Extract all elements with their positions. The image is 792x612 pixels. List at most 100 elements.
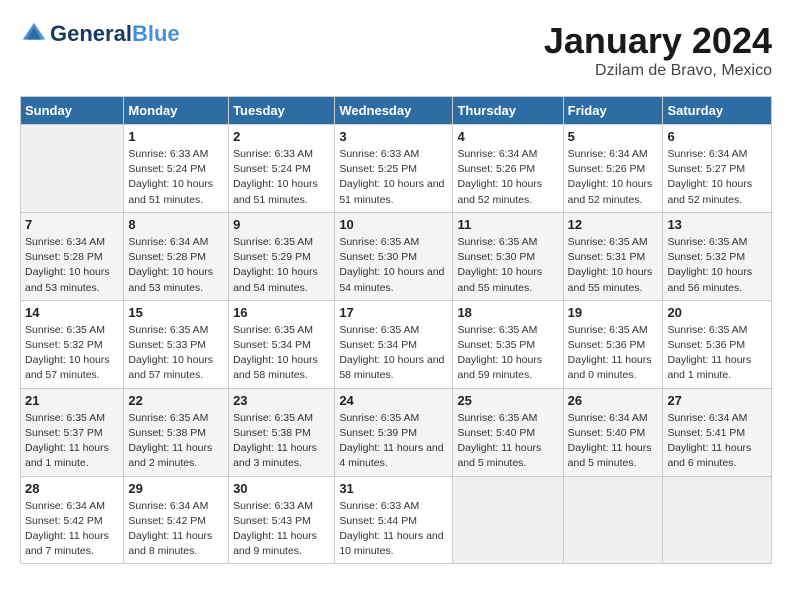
- page-header: GeneralBlue January 2024 Dzilam de Bravo…: [20, 20, 772, 80]
- calendar-cell: 20Sunrise: 6:35 AMSunset: 5:36 PMDayligh…: [663, 300, 772, 388]
- month-title: January 2024: [544, 20, 772, 62]
- weekday-header: Saturday: [663, 97, 772, 125]
- day-info: Sunrise: 6:34 AMSunset: 5:28 PMDaylight:…: [25, 235, 119, 296]
- calendar-cell: 13 Sunrise: 6:35 AMSunset: 5:32 PMDayligh…: [663, 212, 772, 300]
- day-info: Sunrise: 6:34 AMSunset: 5:42 PMDaylight:…: [25, 499, 119, 560]
- logo-text: GeneralBlue: [50, 22, 180, 46]
- day-number: 4: [457, 129, 558, 144]
- day-info: Sunrise: 6:35 AMSunset: 5:30 PMDaylight:…: [339, 235, 448, 296]
- calendar-cell: 25 Sunrise: 6:35 AMSunset: 5:40 PMDayligh…: [453, 388, 563, 476]
- day-number: 7: [25, 217, 119, 232]
- calendar-cell: 10 Sunrise: 6:35 AMSunset: 5:30 PMDayligh…: [335, 212, 453, 300]
- logo-icon: [20, 20, 48, 48]
- day-info: Sunrise: 6:35 AMSunset: 5:34 PMDaylight:…: [339, 323, 448, 384]
- calendar-cell: 29 Sunrise: 6:34 AMSunset: 5:42 PMDayligh…: [124, 476, 229, 564]
- calendar-header: SundayMondayTuesdayWednesdayThursdayFrid…: [21, 97, 772, 125]
- calendar-cell: 31Sunrise: 6:33 AMSunset: 5:44 PMDayligh…: [335, 476, 453, 564]
- day-info: Sunrise: 6:35 AMSunset: 5:35 PMDaylight:…: [457, 323, 558, 384]
- day-number: 5: [568, 129, 659, 144]
- day-info: Sunrise: 6:35 AMSunset: 5:40 PMDaylight:…: [457, 411, 558, 472]
- logo: GeneralBlue: [20, 20, 180, 48]
- day-info: Sunrise: 6:34 AMSunset: 5:26 PMDaylight:…: [457, 147, 558, 208]
- location: Dzilam de Bravo, Mexico: [544, 62, 772, 80]
- calendar-cell: 12Sunrise: 6:35 AMSunset: 5:31 PMDayligh…: [563, 212, 663, 300]
- calendar-cell: 21 Sunrise: 6:35 AMSunset: 5:37 PMDayligh…: [21, 388, 124, 476]
- calendar-week-row: 28 Sunrise: 6:34 AMSunset: 5:42 PMDayligh…: [21, 476, 772, 564]
- calendar-cell: [663, 476, 772, 564]
- day-number: 20: [667, 305, 767, 320]
- calendar-cell: 23 Sunrise: 6:35 AMSunset: 5:38 PMDayligh…: [229, 388, 335, 476]
- weekday-header: Tuesday: [229, 97, 335, 125]
- calendar-cell: 19Sunrise: 6:35 AMSunset: 5:36 PMDayligh…: [563, 300, 663, 388]
- day-number: 2: [233, 129, 330, 144]
- calendar-cell: 9 Sunrise: 6:35 AMSunset: 5:29 PMDaylight…: [229, 212, 335, 300]
- calendar-cell: 28 Sunrise: 6:34 AMSunset: 5:42 PMDayligh…: [21, 476, 124, 564]
- day-info: Sunrise: 6:35 AMSunset: 5:29 PMDaylight:…: [233, 235, 330, 296]
- day-info: Sunrise: 6:35 AMSunset: 5:31 PMDaylight:…: [568, 235, 659, 296]
- calendar-cell: 26Sunrise: 6:34 AMSunset: 5:40 PMDayligh…: [563, 388, 663, 476]
- day-number: 3: [339, 129, 448, 144]
- calendar-week-row: 21 Sunrise: 6:35 AMSunset: 5:37 PMDayligh…: [21, 388, 772, 476]
- calendar-cell: 18 Sunrise: 6:35 AMSunset: 5:35 PMDayligh…: [453, 300, 563, 388]
- day-number: 22: [128, 393, 224, 408]
- day-info: Sunrise: 6:33 AMSunset: 5:24 PMDaylight:…: [128, 147, 224, 208]
- day-info: Sunrise: 6:33 AMSunset: 5:43 PMDaylight:…: [233, 499, 330, 560]
- calendar-body: 1 Sunrise: 6:33 AMSunset: 5:24 PMDaylight…: [21, 125, 772, 564]
- day-number: 21: [25, 393, 119, 408]
- calendar-cell: 11 Sunrise: 6:35 AMSunset: 5:30 PMDayligh…: [453, 212, 563, 300]
- day-info: Sunrise: 6:34 AMSunset: 5:27 PMDaylight:…: [667, 147, 767, 208]
- day-number: 18: [457, 305, 558, 320]
- day-info: Sunrise: 6:35 AMSunset: 5:38 PMDaylight:…: [233, 411, 330, 472]
- day-number: 28: [25, 481, 119, 496]
- day-number: 14: [25, 305, 119, 320]
- calendar-cell: 8Sunrise: 6:34 AMSunset: 5:28 PMDaylight…: [124, 212, 229, 300]
- day-number: 11: [457, 217, 558, 232]
- day-number: 10: [339, 217, 448, 232]
- day-number: 23: [233, 393, 330, 408]
- calendar-cell: 27Sunrise: 6:34 AMSunset: 5:41 PMDayligh…: [663, 388, 772, 476]
- day-number: 19: [568, 305, 659, 320]
- day-number: 9: [233, 217, 330, 232]
- calendar-cell: [563, 476, 663, 564]
- calendar-cell: 2 Sunrise: 6:33 AMSunset: 5:24 PMDaylight…: [229, 125, 335, 213]
- day-info: Sunrise: 6:34 AMSunset: 5:41 PMDaylight:…: [667, 411, 767, 472]
- calendar-cell: 16 Sunrise: 6:35 AMSunset: 5:34 PMDayligh…: [229, 300, 335, 388]
- weekday-header: Sunday: [21, 97, 124, 125]
- day-info: Sunrise: 6:35 AMSunset: 5:30 PMDaylight:…: [457, 235, 558, 296]
- calendar-week-row: 14Sunrise: 6:35 AMSunset: 5:32 PMDayligh…: [21, 300, 772, 388]
- day-info: Sunrise: 6:34 AMSunset: 5:40 PMDaylight:…: [568, 411, 659, 472]
- day-info: Sunrise: 6:34 AMSunset: 5:26 PMDaylight:…: [568, 147, 659, 208]
- day-info: Sunrise: 6:33 AMSunset: 5:25 PMDaylight:…: [339, 147, 448, 208]
- calendar-week-row: 7 Sunrise: 6:34 AMSunset: 5:28 PMDaylight…: [21, 212, 772, 300]
- day-info: Sunrise: 6:35 AMSunset: 5:37 PMDaylight:…: [25, 411, 119, 472]
- header-row: SundayMondayTuesdayWednesdayThursdayFrid…: [21, 97, 772, 125]
- calendar-cell: [21, 125, 124, 213]
- calendar-table: SundayMondayTuesdayWednesdayThursdayFrid…: [20, 96, 772, 564]
- day-info: Sunrise: 6:35 AMSunset: 5:34 PMDaylight:…: [233, 323, 330, 384]
- day-info: Sunrise: 6:35 AMSunset: 5:33 PMDaylight:…: [128, 323, 224, 384]
- calendar-cell: 6 Sunrise: 6:34 AMSunset: 5:27 PMDaylight…: [663, 125, 772, 213]
- day-number: 13: [667, 217, 767, 232]
- weekday-header: Wednesday: [335, 97, 453, 125]
- calendar-cell: 7 Sunrise: 6:34 AMSunset: 5:28 PMDaylight…: [21, 212, 124, 300]
- day-number: 25: [457, 393, 558, 408]
- calendar-cell: 22 Sunrise: 6:35 AMSunset: 5:38 PMDayligh…: [124, 388, 229, 476]
- day-number: 30: [233, 481, 330, 496]
- weekday-header: Thursday: [453, 97, 563, 125]
- day-info: Sunrise: 6:35 AMSunset: 5:32 PMDaylight:…: [667, 235, 767, 296]
- day-number: 29: [128, 481, 224, 496]
- calendar-week-row: 1 Sunrise: 6:33 AMSunset: 5:24 PMDaylight…: [21, 125, 772, 213]
- day-number: 24: [339, 393, 448, 408]
- day-number: 16: [233, 305, 330, 320]
- title-block: January 2024 Dzilam de Bravo, Mexico: [544, 20, 772, 80]
- day-number: 6: [667, 129, 767, 144]
- weekday-header: Monday: [124, 97, 229, 125]
- day-info: Sunrise: 6:34 AMSunset: 5:42 PMDaylight:…: [128, 499, 224, 560]
- day-info: Sunrise: 6:35 AMSunset: 5:38 PMDaylight:…: [128, 411, 224, 472]
- day-number: 15: [128, 305, 224, 320]
- day-number: 1: [128, 129, 224, 144]
- calendar-cell: 4 Sunrise: 6:34 AMSunset: 5:26 PMDaylight…: [453, 125, 563, 213]
- calendar-cell: 3 Sunrise: 6:33 AMSunset: 5:25 PMDaylight…: [335, 125, 453, 213]
- calendar-cell: 5 Sunrise: 6:34 AMSunset: 5:26 PMDaylight…: [563, 125, 663, 213]
- day-info: Sunrise: 6:33 AMSunset: 5:24 PMDaylight:…: [233, 147, 330, 208]
